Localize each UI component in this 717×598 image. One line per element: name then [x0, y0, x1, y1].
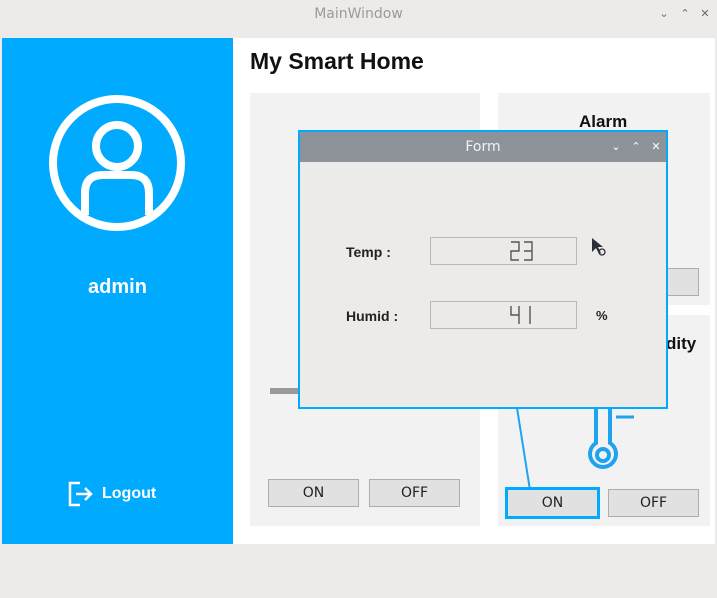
page-title: My Smart Home [250, 48, 424, 74]
humid-label: Humid : [346, 308, 399, 324]
humid-lcd-digits [510, 306, 531, 324]
temp-label: Temp : [346, 244, 391, 260]
alarm-title: Alarm [579, 112, 628, 131]
left-on-button[interactable]: ON [268, 479, 359, 507]
logout-button[interactable]: Logout [66, 480, 176, 508]
focus-connector-line [516, 408, 531, 490]
close-icon[interactable]: ✕ [697, 6, 713, 22]
humidity-title: dity [666, 334, 697, 353]
humidity-off-button[interactable]: OFF [608, 489, 699, 517]
humidity-on-button[interactable]: ON [506, 488, 599, 518]
temp-lcd-digits [510, 241, 533, 261]
logout-icon [68, 481, 93, 507]
mouse-cursor-icon [592, 238, 606, 256]
maximize-icon[interactable]: ⌃ [677, 6, 693, 22]
form-minimize-icon[interactable]: ⌄ [609, 140, 623, 154]
form-dialog[interactable]: Form ⌄ ⌃ ✕ Temp : 23 Humid : 41 % [298, 130, 668, 409]
logout-label: Logout [102, 485, 157, 502]
humid-lcd-display: 41 [430, 301, 577, 329]
minimize-icon[interactable]: ⌄ [656, 6, 672, 22]
left-off-button[interactable]: OFF [369, 479, 460, 507]
form-close-icon[interactable]: ✕ [649, 140, 663, 154]
thermometer-icon [588, 405, 640, 469]
sidebar: admin Logout [2, 38, 233, 544]
main-window-titlebar[interactable]: MainWindow ⌄ ⌃ ✕ [0, 0, 717, 30]
form-maximize-icon[interactable]: ⌃ [629, 140, 643, 154]
window-title: MainWindow [314, 6, 403, 22]
form-titlebar[interactable]: Form ⌄ ⌃ ✕ [300, 132, 666, 162]
username-label: admin [88, 276, 147, 298]
user-avatar-icon [49, 95, 185, 231]
temp-lcd-display: 23 [430, 237, 577, 265]
humid-unit-label: % [596, 308, 608, 323]
slider-track[interactable] [270, 388, 300, 394]
